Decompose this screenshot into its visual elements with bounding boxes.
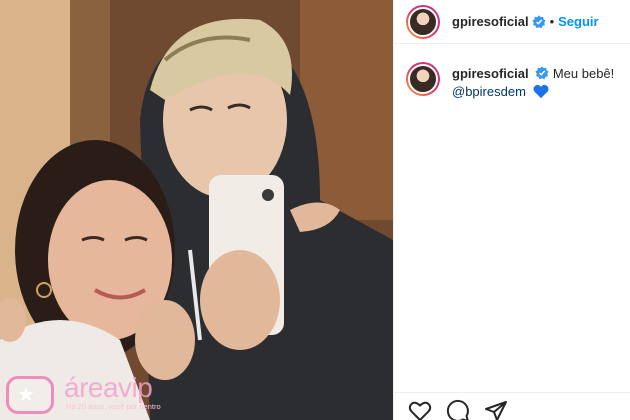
selfie-image [0,0,393,420]
caption-comment: gpiresoficial Meu bebê! @bpiresdem [406,62,621,101]
follow-button[interactable]: Seguir [558,14,598,29]
post-actions [394,392,630,420]
caption-avatar[interactable] [406,62,440,96]
author-avatar[interactable] [406,4,440,39]
caption-message: Meu bebê! [552,66,615,81]
separator-dot: • [549,14,555,29]
comment-bubble-icon[interactable] [446,399,470,420]
mention-link[interactable]: @bpiresdem [452,84,526,99]
post-header: gpiresoficial • Seguir [394,0,630,44]
heart-outline-icon[interactable] [408,399,432,420]
watermark-brand: áreavip [64,372,153,403]
paper-plane-icon[interactable] [484,399,508,420]
caption-text: gpiresoficial Meu bebê! @bpiresdem [452,65,614,101]
areavip-watermark: ★ áreavip Há 20 anos, você por dentro [6,372,206,416]
avatar-photo [408,64,438,94]
caption-username[interactable]: gpiresoficial [452,66,529,81]
areavip-logo: ★ [6,376,54,414]
author-username[interactable]: gpiresoficial [452,14,529,29]
blue-heart-icon [533,84,549,99]
avatar-photo [408,6,438,37]
post-sidebar: gpiresoficial • Seguir gpiresoficial Meu… [393,0,630,420]
star-icon: ★ [17,384,35,406]
verified-badge-icon [535,66,549,80]
watermark-tagline: Há 20 anos, você por dentro [66,402,161,411]
verified-badge-icon [531,14,546,28]
post-photo[interactable]: ★ áreavip Há 20 anos, você por dentro [0,0,393,420]
